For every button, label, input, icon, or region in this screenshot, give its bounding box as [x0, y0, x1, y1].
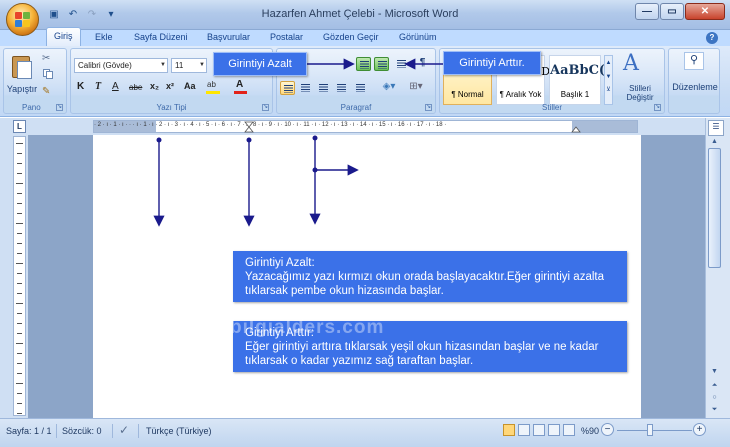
zoom-level[interactable]: %90	[581, 426, 599, 436]
office-button[interactable]	[6, 3, 39, 36]
office-logo-icon	[15, 12, 31, 28]
increase-indent-callout: Girintiyi Arttır.	[443, 51, 541, 75]
status-bar: Sayfa: 1 / 1 Sözcük: 0 ✓ Türkçe (Türkiye…	[0, 418, 730, 447]
outline-view-icon[interactable]	[548, 424, 560, 436]
draft-view-icon[interactable]	[563, 424, 575, 436]
note-title: Girintiyi Azalt:	[245, 257, 315, 269]
proofing-icon[interactable]: ✓	[119, 423, 129, 437]
note-body: Eğer girintiyi arttıra tıklarsak yeşil o…	[245, 341, 599, 367]
zoom-out-icon[interactable]: −	[601, 423, 614, 436]
annotation-arrows	[153, 58, 581, 227]
web-layout-view-icon[interactable]	[533, 424, 545, 436]
note-body: Yazacağımız yazı kırmızı okun orada başl…	[245, 271, 604, 297]
zoom-in-icon[interactable]: +	[693, 423, 706, 436]
zoom-slider-thumb[interactable]	[647, 424, 653, 436]
decrease-indent-note: Girintiyi Azalt: Yazacağımız yazı kırmız…	[233, 251, 627, 302]
right-indent-marker	[571, 126, 581, 133]
page-count[interactable]: Sayfa: 1 / 1	[6, 426, 52, 436]
print-layout-view-icon[interactable]	[503, 424, 515, 436]
hanging-indent-marker	[244, 126, 254, 133]
language[interactable]: Türkçe (Türkiye)	[146, 426, 212, 436]
full-screen-view-icon[interactable]	[518, 424, 530, 436]
first-line-indent-marker	[244, 121, 254, 128]
zoom-slider-track[interactable]	[617, 430, 692, 431]
decrease-indent-callout: Girintiyi Azalt	[213, 52, 307, 76]
word-count[interactable]: Sözcük: 0	[62, 426, 102, 436]
watermark: bilgialders.com	[230, 317, 385, 338]
